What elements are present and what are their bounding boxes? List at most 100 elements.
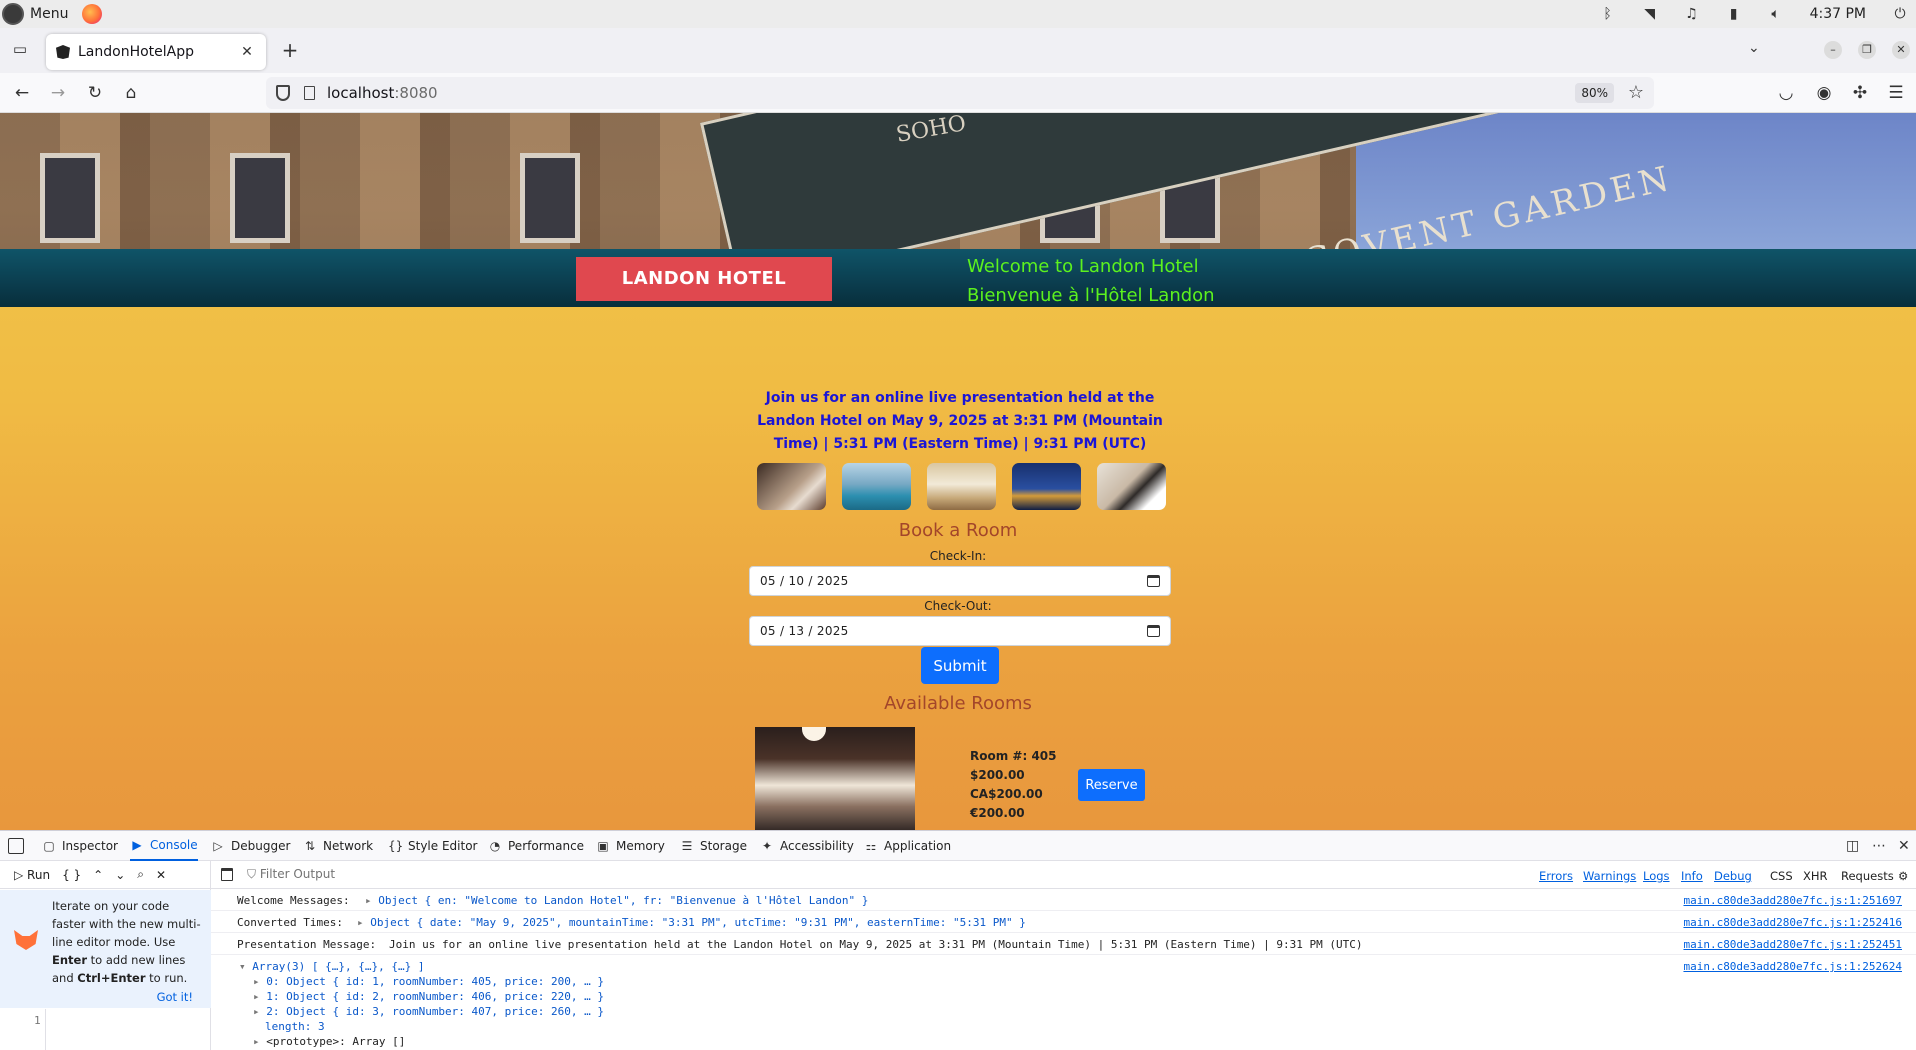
reload-icon[interactable]: ↻ — [85, 83, 105, 103]
available-rooms-title: Available Rooms — [884, 693, 1032, 714]
os-menu-button[interactable]: Menu — [2, 3, 103, 25]
pretty-print-button[interactable]: { } — [62, 868, 81, 882]
got-it-link[interactable]: Got it! — [157, 990, 193, 1004]
console-source-link[interactable]: main.c80de3add280e7fc.js:1:252416 — [1683, 916, 1902, 929]
tab-accessibility[interactable]: ✦ Accessibility — [760, 831, 854, 861]
pocket-icon[interactable]: ◡ — [1776, 83, 1796, 103]
history-up-icon[interactable]: ⌃ — [93, 868, 103, 882]
close-window-button[interactable]: ✕ — [1892, 41, 1910, 59]
firefox-launcher-icon[interactable] — [82, 4, 103, 24]
zoom-level[interactable]: 80% — [1575, 83, 1614, 103]
console-array-header[interactable]: ▾ Array(3) [ {…}, {…}, {…} ] — [239, 960, 424, 973]
new-tab-button[interactable]: + — [280, 40, 300, 60]
minimize-button[interactable]: – — [1824, 41, 1842, 59]
tab-debugger[interactable]: ▷ Debugger — [211, 831, 290, 861]
url-bar[interactable]: localhost:8080 80% ☆ — [266, 77, 1654, 109]
tab-style-editor[interactable]: {} Style Editor — [388, 831, 477, 861]
filter-xhr[interactable]: XHR — [1803, 869, 1828, 883]
filter-debug[interactable]: Debug — [1714, 869, 1752, 883]
filter-css[interactable]: CSS — [1770, 869, 1793, 883]
firefox-view-icon[interactable]: ▭ — [10, 40, 30, 60]
devtools-options-icon[interactable]: ⋯ — [1872, 838, 1886, 854]
dock-side-icon[interactable]: ◫ — [1846, 838, 1859, 854]
filter-requests[interactable]: Requests — [1841, 869, 1894, 883]
restore-button[interactable]: ❐ — [1858, 41, 1876, 59]
console-filter-bar: ⛉ Filter Output Errors Warnings Logs Inf… — [211, 861, 1916, 889]
checkin-label: Check-In: — [929, 549, 987, 563]
filter-errors[interactable]: Errors — [1539, 869, 1573, 883]
console-object-welcome[interactable]: ▸ Object { en: "Welcome to Landon Hotel"… — [365, 894, 868, 907]
welcome-messages: Welcome to Landon Hotel Bienvenue à l'Hô… — [967, 252, 1215, 310]
submit-button[interactable]: Submit — [921, 647, 999, 684]
run-button[interactable]: ▷ Run — [14, 868, 50, 882]
filter-warnings[interactable]: Warnings — [1583, 869, 1636, 883]
history-down-icon[interactable]: ⌄ — [115, 868, 125, 882]
console-icon: ▶ — [132, 838, 142, 852]
wifi-icon[interactable]: ◥ — [1642, 7, 1658, 21]
console-array-item[interactable]: ▸ 1: Object { id: 2, roomNumber: 406, pr… — [253, 990, 604, 1003]
site-info-icon[interactable] — [304, 86, 315, 100]
list-all-tabs-icon[interactable]: ⌄ — [1748, 40, 1760, 56]
close-editor-icon[interactable]: ✕ — [156, 868, 166, 882]
filter-info[interactable]: Info — [1681, 869, 1703, 883]
line-number: 1 — [34, 1014, 41, 1027]
clear-console-icon[interactable] — [221, 868, 233, 881]
reverse-search-icon[interactable]: ⌕ — [137, 867, 144, 882]
navigation-toolbar: ← → ↻ ⌂ localhost:8080 80% ☆ ◡ ◉ ✣ ☰ — [0, 73, 1916, 113]
filter-output-input[interactable]: ⛉ Filter Output — [247, 867, 335, 882]
browser-tab[interactable]: LandonHotelApp ✕ — [46, 34, 266, 70]
tab-application[interactable]: ⚏ Application — [864, 831, 951, 861]
tab-memory[interactable]: ▣ Memory — [596, 831, 664, 861]
checkout-date-input[interactable]: 05 / 13 / 2025 — [749, 616, 1171, 646]
console-object-times[interactable]: ▸ Object { date: "May 9, 2025", mountain… — [357, 916, 1026, 929]
accessibility-icon: ✦ — [761, 839, 773, 853]
extensions-icon[interactable]: ✣ — [1850, 83, 1870, 103]
console-source-link[interactable]: main.c80de3add280e7fc.js:1:252624 — [1683, 960, 1902, 973]
console-settings-icon[interactable]: ⚙ — [1898, 869, 1908, 883]
reserve-button[interactable]: Reserve — [1078, 769, 1145, 801]
network-icon: ⇅ — [304, 839, 316, 853]
tab-performance[interactable]: ◔ Performance — [488, 831, 584, 861]
account-icon[interactable]: ◉ — [1814, 83, 1834, 103]
clock[interactable]: 4:37 PM — [1810, 6, 1866, 22]
devtools-toolbar: ▢ Inspector ▶ Console ▷ Debugger ⇅ Network {… — [0, 831, 1916, 861]
power-icon[interactable]: ⏻ — [1892, 7, 1908, 21]
calendar-icon[interactable] — [1147, 575, 1160, 587]
console-presentation-text: Join us for an online live presentation … — [389, 938, 1363, 951]
bluetooth-icon[interactable]: ᛒ — [1600, 7, 1616, 21]
bookmark-star-icon[interactable]: ☆ — [1628, 82, 1644, 103]
tab-console[interactable]: ▶ Console — [130, 831, 198, 861]
tab-storage[interactable]: ☰ Storage — [680, 831, 747, 861]
presentation-message: Join us for an online live presentation … — [757, 390, 1163, 452]
volume-icon[interactable]: 🔈︎ — [1768, 7, 1784, 21]
thumbnail-pool — [842, 463, 911, 510]
firefox-fox-icon — [14, 930, 38, 950]
os-menu-label: Menu — [30, 6, 69, 22]
tab-network[interactable]: ⇅ Network — [303, 831, 373, 861]
filter-logs[interactable]: Logs — [1643, 869, 1670, 883]
console-source-link[interactable]: main.c80de3add280e7fc.js:1:252451 — [1683, 938, 1902, 951]
battery-icon[interactable]: ▮ — [1726, 7, 1742, 21]
forward-icon[interactable]: → — [48, 83, 68, 103]
thumbnail-wedding — [1097, 463, 1166, 510]
tracking-protection-icon[interactable] — [276, 85, 290, 101]
console-source-link[interactable]: main.c80de3add280e7fc.js:1:251697 — [1683, 894, 1902, 907]
multiline-editor-tip: Iterate on your code faster with the new… — [0, 890, 211, 1008]
back-icon[interactable]: ← — [12, 83, 32, 103]
console-array-item[interactable]: ▸ 0: Object { id: 1, roomNumber: 405, pr… — [253, 975, 604, 988]
room-price-eur: €200.00 — [970, 806, 1025, 820]
console-array-prototype[interactable]: ▸ <prototype>: Array [] — [253, 1035, 405, 1048]
console-array-item[interactable]: ▸ 2: Object { id: 3, roomNumber: 407, pr… — [253, 1005, 604, 1018]
close-devtools-icon[interactable]: ✕ — [1898, 838, 1910, 854]
checkin-date-input[interactable]: 05 / 10 / 2025 — [749, 566, 1171, 596]
calendar-icon[interactable] — [1147, 625, 1160, 637]
element-picker-icon[interactable] — [8, 838, 24, 854]
console-output: Welcome Messages: ▸ Object { en: "Welcom… — [211, 889, 1916, 1050]
tab-inspector[interactable]: ▢ Inspector — [42, 831, 118, 861]
close-tab-icon[interactable]: ✕ — [238, 44, 256, 60]
app-menu-icon[interactable]: ☰ — [1886, 83, 1906, 103]
notifications-icon[interactable]: ♫ — [1684, 7, 1700, 21]
hero-banner-image: SOHO COVENT GARDEN — [0, 113, 1916, 249]
url-text[interactable]: localhost:8080 — [327, 84, 438, 102]
home-icon[interactable]: ⌂ — [121, 83, 141, 103]
